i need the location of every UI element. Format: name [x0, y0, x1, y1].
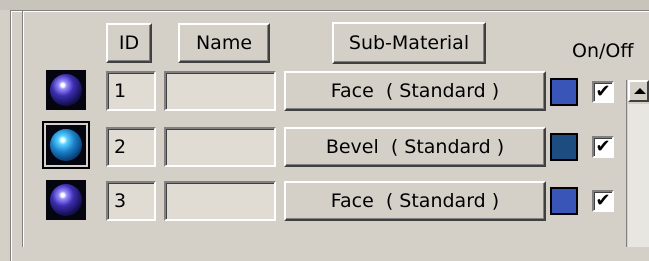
sub-material-header-button[interactable]: Sub-Material [332, 22, 486, 64]
name-field-1[interactable] [164, 71, 276, 111]
sphere-icon [50, 74, 82, 106]
panel-top-strip [0, 0, 649, 10]
name-header-button[interactable]: Name [178, 23, 270, 63]
id-field-2[interactable]: 2 [106, 127, 156, 167]
color-swatch-2[interactable] [550, 133, 578, 161]
sub-material-button-1[interactable]: Face ( Standard ) [284, 71, 546, 111]
sphere-icon [50, 184, 82, 216]
material-thumbnail-2[interactable] [42, 121, 90, 169]
on-off-checkbox-3[interactable]: ✔ [592, 190, 614, 212]
panel-divider-highlight [23, 11, 24, 247]
material-thumbnail-1[interactable] [46, 70, 86, 110]
on-off-header: On/Off [572, 40, 634, 62]
id-header-button[interactable]: ID [106, 23, 152, 63]
color-swatch-3[interactable] [550, 187, 578, 215]
sphere-icon [50, 129, 82, 161]
on-off-checkbox-1[interactable]: ✔ [592, 81, 614, 103]
sub-material-button-3[interactable]: Face ( Standard ) [284, 181, 546, 221]
scroll-up-arrow-icon[interactable] [628, 80, 649, 102]
id-field-1[interactable]: 1 [106, 71, 156, 111]
color-swatch-1[interactable] [550, 78, 578, 106]
on-off-checkbox-2[interactable]: ✔ [592, 136, 614, 158]
id-field-3[interactable]: 3 [106, 181, 156, 221]
name-field-2[interactable] [164, 127, 276, 167]
name-field-3[interactable] [164, 181, 276, 221]
material-thumbnail-3[interactable] [46, 180, 86, 220]
scrollbar-track[interactable] [628, 104, 649, 247]
sub-material-button-2[interactable]: Bevel ( Standard ) [284, 127, 546, 167]
